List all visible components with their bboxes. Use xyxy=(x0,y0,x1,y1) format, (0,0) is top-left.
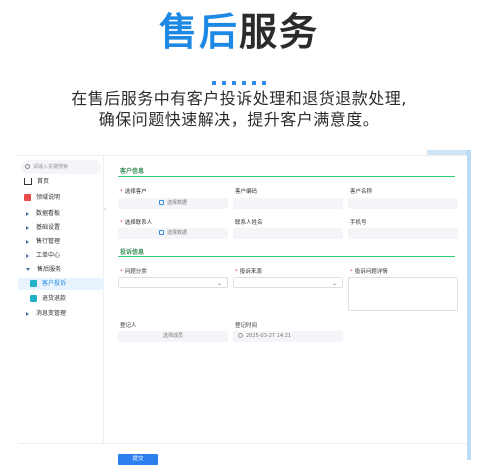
complaint-source-label: * 投诉来源 xyxy=(235,269,262,275)
complaint-icon xyxy=(30,280,37,287)
chevron-right-icon xyxy=(26,211,29,216)
chevron-down-icon: ⌄ xyxy=(216,280,222,287)
select-contact-btn-label: 选择数据 xyxy=(166,230,187,236)
sidebar-item-domain[interactable]: 领域说明 xyxy=(18,192,104,204)
edit-icon xyxy=(158,230,164,235)
app-window: 请输入关键搜索 首页 领域说明 数据看板 基础设置 售行管理 工单中心 售后服务… xyxy=(18,155,467,466)
section-title-complaint: 投诉信息 xyxy=(120,249,145,256)
sidebar-item-label: 基础设置 xyxy=(36,224,61,231)
sidebar-item-label: 领域说明 xyxy=(36,194,61,201)
complaint-detail-textarea[interactable] xyxy=(348,277,458,311)
complaint-detail-label: * 投诉问题详情 xyxy=(350,269,388,275)
search-icon xyxy=(25,164,30,169)
chevron-right-icon xyxy=(26,225,29,230)
customer-code-field[interactable] xyxy=(233,198,343,209)
register-time-value: 2025-03-27 14:21 xyxy=(246,333,292,339)
promo-title-part1: 售后 xyxy=(158,10,239,54)
sidebar-item-return-refund[interactable]: 退货退款 xyxy=(18,293,104,305)
sidebar-search-placeholder: 请输入关键搜索 xyxy=(33,164,69,170)
sidebar-item-sales-management[interactable]: 售行管理 xyxy=(18,236,104,248)
select-customer-button[interactable]: 选择数据 xyxy=(118,198,228,209)
sidebar-item-home[interactable]: 首页 xyxy=(18,176,104,188)
customer-name-field[interactable] xyxy=(348,198,458,209)
edit-icon xyxy=(158,200,164,205)
issue-type-label: * 问题分类 xyxy=(120,269,147,275)
complaint-source-select[interactable]: ⌄ xyxy=(233,277,343,288)
section-divider xyxy=(118,176,455,177)
promo-title: 售后服务 xyxy=(0,8,478,56)
customer-code-label: 客户编码 xyxy=(235,189,258,195)
sidebar-item-label: 售行管理 xyxy=(36,238,61,245)
chevron-right-icon xyxy=(26,239,29,244)
chevron-right-icon xyxy=(26,253,29,258)
select-contact-button[interactable]: 选择数据 xyxy=(118,228,228,239)
issue-type-select[interactable]: ⌄ xyxy=(118,277,228,288)
select-contact-label: * 选择联系人 xyxy=(120,220,153,226)
section-title-customer: 客户信息 xyxy=(120,168,145,175)
sidebar-item-label: 消息变管理 xyxy=(36,310,67,317)
sidebar-item-label: 退货退款 xyxy=(42,295,67,302)
sidebar: 请输入关键搜索 首页 领域说明 数据看板 基础设置 售行管理 工单中心 售后服务… xyxy=(18,156,104,466)
phone-label: 手机号 xyxy=(350,220,367,226)
home-icon xyxy=(24,178,32,185)
registrant-label: 登记人 xyxy=(120,323,137,329)
customer-name-label: 客户名称 xyxy=(350,189,373,195)
chevron-down-icon: ⌄ xyxy=(331,280,337,287)
registrant-value: 选择成员 xyxy=(162,333,183,339)
sidebar-item-dashboard[interactable]: 数据看板 xyxy=(18,208,104,220)
sidebar-item-label: 数据看板 xyxy=(36,210,61,217)
clock-icon xyxy=(238,333,243,338)
select-customer-label: * 选择客户 xyxy=(120,189,147,195)
phone-field[interactable] xyxy=(348,228,458,239)
registrant-field[interactable]: 选择成员 xyxy=(118,331,228,342)
register-time-field[interactable]: 2025-03-27 14:21 xyxy=(233,331,343,342)
domain-icon xyxy=(24,194,31,201)
refund-icon xyxy=(30,295,37,302)
contact-name-field[interactable] xyxy=(233,228,343,239)
form-footer xyxy=(18,443,467,466)
sidebar-collapse-icon[interactable]: ‹ xyxy=(104,206,106,213)
sidebar-item-basic-settings[interactable]: 基础设置 xyxy=(18,222,104,234)
submit-button[interactable]: 提交 xyxy=(118,454,158,465)
sidebar-item-message-management[interactable]: 消息变管理 xyxy=(18,308,104,320)
promo-desc-line2: 确保问题快速解决，提升客户满意度。 xyxy=(98,110,380,129)
contact-name-label: 联系人姓名 xyxy=(235,220,263,226)
sidebar-item-label: 工单中心 xyxy=(36,252,61,259)
select-customer-btn-label: 选择数据 xyxy=(166,200,187,206)
register-time-label: 登记时间 xyxy=(235,323,258,329)
main-form: 客户信息 * 选择客户 客户编码 客户名称 选择数据 * 选择联系人 联系人姓名 手… xyxy=(113,156,463,466)
sidebar-item-label: 客户投诉 xyxy=(42,280,67,287)
sidebar-item-after-sales[interactable]: 售后服务 xyxy=(18,264,104,276)
section-divider xyxy=(118,256,455,257)
sidebar-item-label: 首页 xyxy=(37,178,50,185)
promo-dots xyxy=(0,70,478,89)
chevron-right-icon xyxy=(26,311,29,316)
sidebar-item-ticket-center[interactable]: 工单中心 xyxy=(18,250,104,262)
chevron-down-icon xyxy=(26,268,30,271)
sidebar-item-label: 售后服务 xyxy=(37,266,62,273)
sidebar-search-input[interactable]: 请输入关键搜索 xyxy=(21,160,101,174)
promo-desc-line1: 在售后服务中有客户投诉处理和退货退款处理, xyxy=(71,89,407,108)
promo-description: 在售后服务中有客户投诉处理和退货退款处理, 确保问题快速解决，提升客户满意度。 xyxy=(0,88,478,130)
promo-title-part2: 服务 xyxy=(239,10,320,54)
sidebar-item-customer-complaint[interactable]: 客户投诉 xyxy=(18,278,104,290)
